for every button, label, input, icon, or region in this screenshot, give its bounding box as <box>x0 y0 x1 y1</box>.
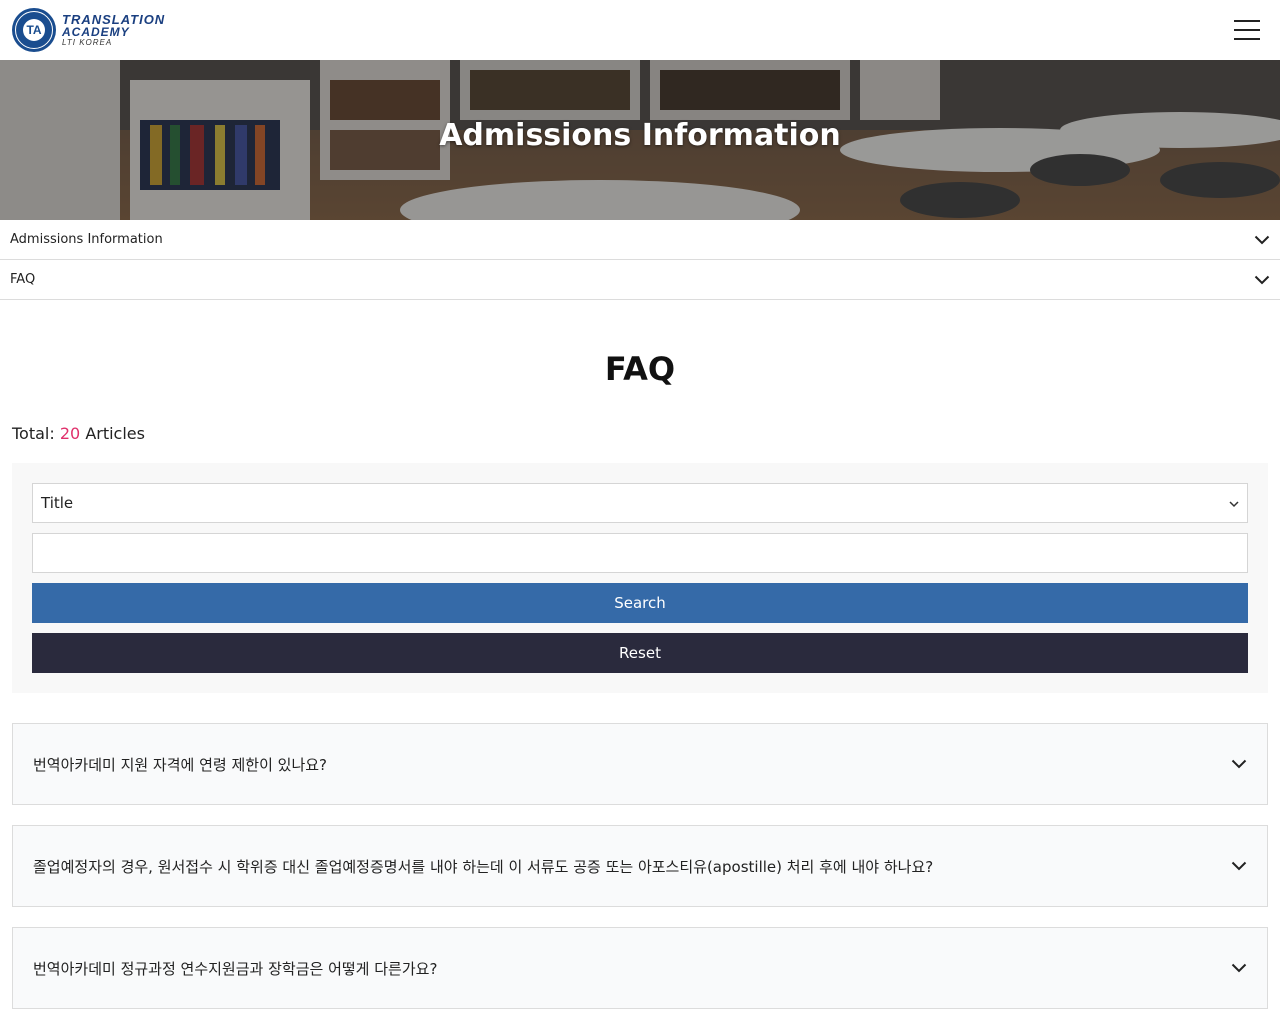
logo-line-2: ACADEMY <box>62 25 130 39</box>
hero-title: Admissions Information <box>439 118 841 153</box>
logo-line-3: LTI KOREA <box>62 38 113 47</box>
subnav-label: Admissions Information <box>10 232 163 247</box>
faq-item[interactable]: 번역아카데미 정규과정 연수지원금과 장학금은 어떻게 다른가요? <box>12 927 1268 1009</box>
hero-banner: Admissions Information <box>0 60 1280 220</box>
chevron-down-icon <box>1229 494 1239 512</box>
hamburger-menu-icon[interactable] <box>1234 20 1260 40</box>
search-box: Title Search Reset <box>12 463 1268 693</box>
subnav-admissions-information[interactable]: Admissions Information <box>0 220 1280 260</box>
logo-seal-icon: TA <box>12 8 56 52</box>
total-articles: Total: 20 Articles <box>12 424 1268 443</box>
chevron-down-icon <box>1254 272 1270 288</box>
total-count: 20 <box>59 424 81 443</box>
total-suffix: Articles <box>85 424 145 443</box>
faq-question: 번역아카데미 지원 자격에 연령 제한이 있나요? <box>33 755 328 774</box>
faq-item[interactable]: 졸업예정자의 경우, 원서접수 시 학위증 대신 졸업예정증명서를 내야 하는데… <box>12 825 1268 907</box>
site-logo[interactable]: TA TRANSLATION ACADEMY LTI KOREA <box>12 8 165 52</box>
reset-button[interactable]: Reset <box>32 633 1248 673</box>
logo-text: TRANSLATION ACADEMY LTI KOREA <box>62 13 165 47</box>
total-prefix: Total: <box>12 424 55 443</box>
chevron-down-icon <box>1231 756 1247 772</box>
faq-question: 졸업예정자의 경우, 원서접수 시 학위증 대신 졸업예정증명서를 내야 하는데… <box>33 857 934 876</box>
search-field-select[interactable]: Title <box>32 483 1248 523</box>
hamburger-bar <box>1234 38 1260 40</box>
hamburger-bar <box>1234 20 1260 22</box>
chevron-down-icon <box>1231 960 1247 976</box>
faq-item[interactable]: 번역아카데미 지원 자격에 연령 제한이 있나요? <box>12 723 1268 805</box>
faq-list: 번역아카데미 지원 자격에 연령 제한이 있나요? 졸업예정자의 경우, 원서접… <box>12 723 1268 1009</box>
search-button[interactable]: Search <box>32 583 1248 623</box>
subnav-faq[interactable]: FAQ <box>0 260 1280 300</box>
faq-question: 번역아카데미 정규과정 연수지원금과 장학금은 어떻게 다른가요? <box>33 959 438 978</box>
logo-seal-letters: TA <box>23 19 45 41</box>
search-input[interactable] <box>32 533 1248 573</box>
sub-navigation: Admissions Information FAQ <box>0 220 1280 300</box>
main-content: FAQ Total: 20 Articles Title Search Rese… <box>0 350 1280 1009</box>
subnav-label: FAQ <box>10 272 36 287</box>
site-header: TA TRANSLATION ACADEMY LTI KOREA <box>0 0 1280 60</box>
chevron-down-icon <box>1254 232 1270 248</box>
page-title: FAQ <box>604 350 676 388</box>
select-value: Title <box>41 494 74 512</box>
chevron-down-icon <box>1231 858 1247 874</box>
hamburger-bar <box>1234 29 1260 31</box>
